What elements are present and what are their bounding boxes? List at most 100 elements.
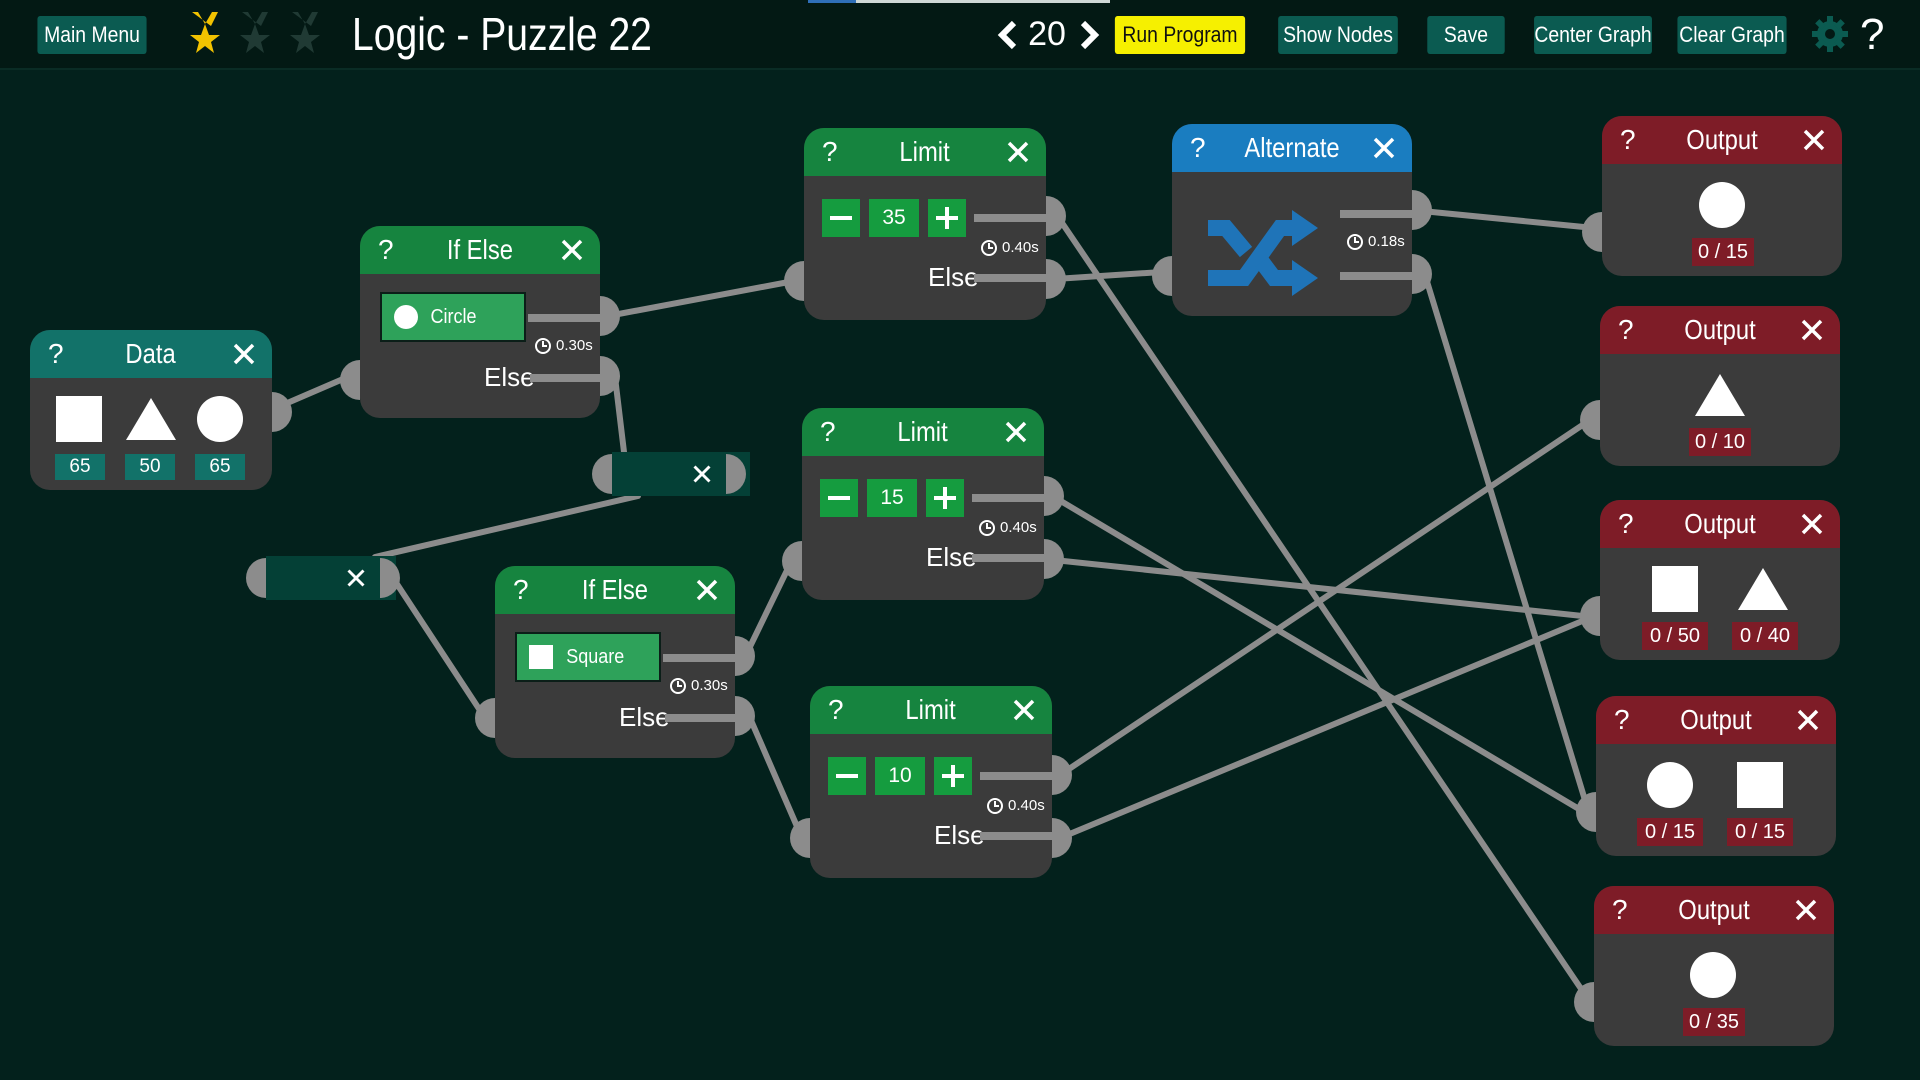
output-node-header[interactable]: ? Output <box>1596 696 1836 744</box>
clock-icon <box>987 798 1003 814</box>
output-port[interactable] <box>726 454 746 494</box>
relay-node[interactable] <box>592 452 750 496</box>
wire <box>1057 417 1593 778</box>
help-icon[interactable]: ? <box>1614 696 1630 744</box>
else-label: Else <box>484 362 535 392</box>
help-icon[interactable]: ? <box>1618 500 1634 548</box>
limit-node[interactable]: ? Limit 35 0.40s Else <box>784 128 1066 320</box>
increase-plus-icon[interactable] <box>934 757 972 795</box>
close-icon[interactable] <box>1004 420 1028 444</box>
help-icon[interactable]: ? <box>1612 886 1628 934</box>
output-node-header[interactable]: ? Output <box>1600 306 1840 354</box>
true-output-stub <box>974 214 1046 222</box>
help-icon[interactable]: ? <box>820 408 836 456</box>
data-count: 65 <box>55 454 105 480</box>
timer: 0.30s <box>669 676 728 696</box>
output-stub <box>1340 272 1412 280</box>
else-label: Else <box>934 820 985 850</box>
alternate-node-header[interactable]: ? Alternate <box>1172 124 1412 172</box>
if-else-node-header[interactable]: ? If Else <box>360 226 600 274</box>
timer: 0.40s <box>980 238 1039 258</box>
wire <box>1419 208 1597 231</box>
decrease-minus-icon[interactable] <box>820 479 858 517</box>
help-icon[interactable]: ? <box>828 686 844 734</box>
close-icon[interactable] <box>1796 708 1820 732</box>
clock-icon <box>535 338 551 354</box>
node-title: Limit <box>899 136 951 167</box>
output-count: 0 / 10 <box>1689 428 1751 456</box>
timer-value: 0.40s <box>1002 239 1039 256</box>
close-icon[interactable] <box>1802 128 1826 152</box>
output-node-header[interactable]: ? Output <box>1600 500 1840 548</box>
close-icon[interactable] <box>695 578 719 602</box>
close-icon[interactable] <box>1800 318 1824 342</box>
alternate-node[interactable]: ? Alternate 0.18s <box>1152 124 1432 316</box>
circle-shape-icon <box>1690 952 1736 998</box>
help-icon[interactable]: ? <box>48 330 64 378</box>
condition-selector[interactable]: Circle <box>380 292 526 342</box>
wire <box>742 557 795 660</box>
output-count: 0 / 15 <box>1727 818 1793 846</box>
node-title: Limit <box>905 694 957 725</box>
condition-selector[interactable]: Square <box>515 632 661 682</box>
limit-value: 35 <box>869 199 919 237</box>
output-count: 0 / 15 <box>1637 818 1703 846</box>
data-node-header[interactable]: ? Data <box>30 330 272 378</box>
output-node[interactable]: ? Output 0 / 35 <box>1574 886 1834 1046</box>
wire <box>372 493 641 560</box>
limit-node[interactable]: ? Limit 10 0.40s Else <box>790 686 1072 878</box>
limit-node-header[interactable]: ? Limit <box>802 408 1044 456</box>
square-shape-icon <box>529 645 553 669</box>
help-icon[interactable]: ? <box>513 566 529 614</box>
output-node-header[interactable]: ? Output <box>1594 886 1834 934</box>
output-node[interactable]: ? Output 0 / 15 0 / 15 <box>1576 696 1836 856</box>
limit-node[interactable]: ? Limit 15 0.40s Else <box>782 408 1064 600</box>
output-node-header[interactable]: ? Output <box>1602 116 1842 164</box>
if-else-node[interactable]: ? If Else Square 0.30s Else <box>475 566 755 758</box>
limit-node-header[interactable]: ? Limit <box>810 686 1052 734</box>
increase-plus-icon[interactable] <box>926 479 964 517</box>
help-icon[interactable]: ? <box>1190 124 1206 172</box>
clock-icon <box>1347 234 1363 250</box>
square-shape-icon <box>1737 762 1783 808</box>
node-title: Output <box>1678 894 1750 925</box>
close-icon[interactable] <box>1372 136 1396 160</box>
node-title: Output <box>1686 124 1758 155</box>
output-node[interactable]: ? Output 0 / 15 <box>1582 116 1842 276</box>
relay-node[interactable] <box>246 556 400 600</box>
close-icon[interactable] <box>1794 898 1818 922</box>
close-icon[interactable] <box>346 568 366 588</box>
close-icon[interactable] <box>560 238 584 262</box>
close-icon[interactable] <box>1006 140 1030 164</box>
help-icon[interactable]: ? <box>1618 306 1634 354</box>
decrease-minus-icon[interactable] <box>822 199 860 237</box>
else-output-stub <box>972 554 1044 562</box>
node-title: Output <box>1684 314 1756 345</box>
timer: 0.40s <box>986 796 1045 816</box>
clock-icon <box>981 240 997 256</box>
timer: 0.30s <box>534 336 593 356</box>
triangle-shape-icon <box>126 398 176 440</box>
circle-shape-icon <box>1699 182 1745 228</box>
close-icon[interactable] <box>1800 512 1824 536</box>
timer-value: 0.30s <box>691 677 728 694</box>
timer-value: 0.18s <box>1368 233 1405 250</box>
increase-plus-icon[interactable] <box>928 199 966 237</box>
help-icon[interactable]: ? <box>1620 116 1636 164</box>
if-else-node[interactable]: ? If Else Circle 0.30s Else <box>340 226 620 418</box>
output-node[interactable]: ? Output 0 / 50 0 / 40 <box>1580 500 1840 660</box>
decrease-minus-icon[interactable] <box>828 757 866 795</box>
close-icon[interactable] <box>692 464 712 484</box>
help-icon[interactable]: ? <box>378 226 394 274</box>
circle-shape-icon <box>197 396 243 442</box>
data-node[interactable]: ? Data 65 50 65 <box>30 330 292 490</box>
close-icon[interactable] <box>232 342 256 366</box>
if-else-node-header[interactable]: ? If Else <box>495 566 735 614</box>
output-node[interactable]: ? Output 0 / 10 <box>1580 306 1840 466</box>
limit-node-header[interactable]: ? Limit <box>804 128 1046 176</box>
triangle-shape-icon <box>1738 568 1788 610</box>
wire <box>1057 614 1595 841</box>
square-shape-icon <box>56 396 102 442</box>
close-icon[interactable] <box>1012 698 1036 722</box>
help-icon[interactable]: ? <box>822 128 838 176</box>
